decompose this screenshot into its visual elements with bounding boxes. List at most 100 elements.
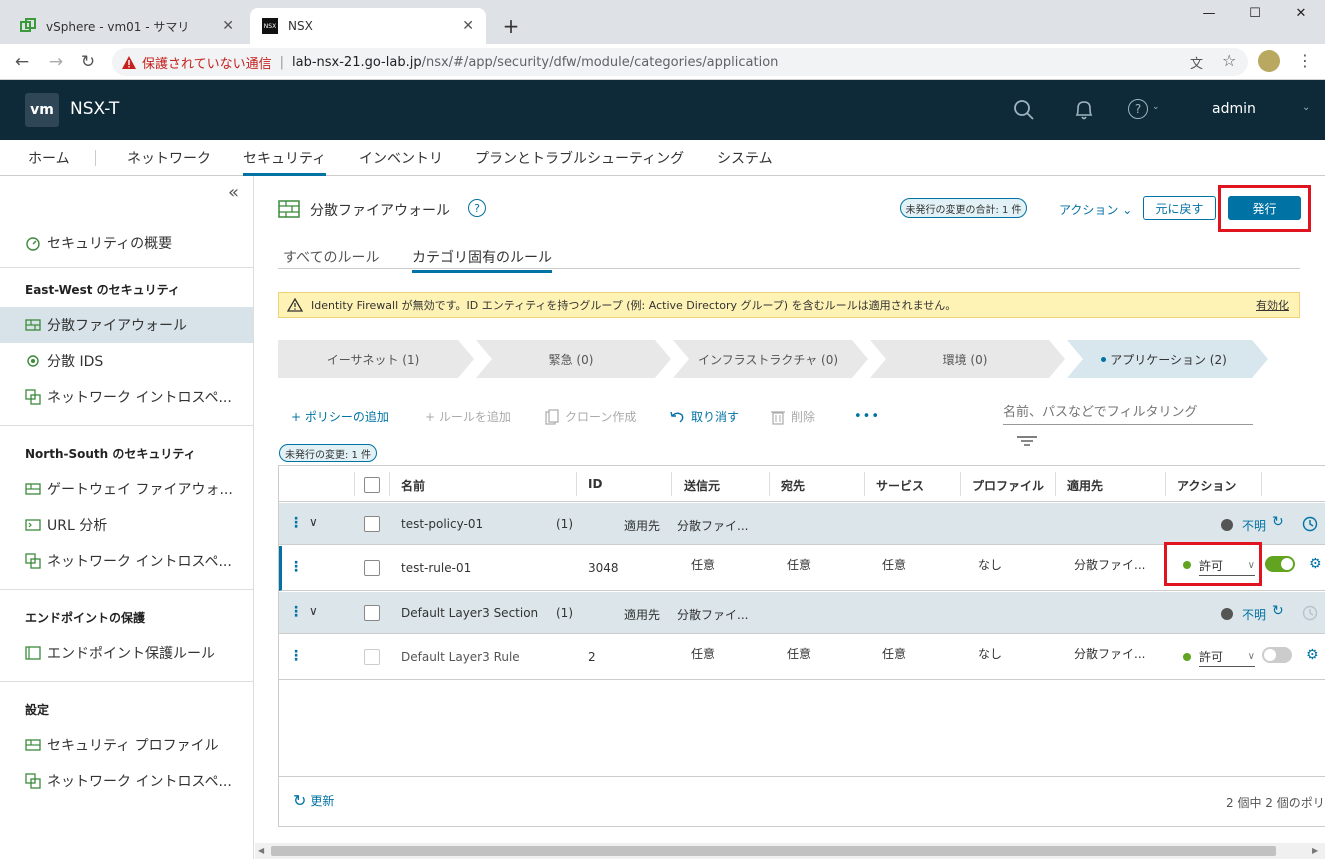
rule-service[interactable]: 任意 xyxy=(882,645,906,662)
row-menu-icon[interactable]: ⋮ xyxy=(289,559,303,575)
browser-tab-vsphere[interactable]: vSphere - vm01 - サマリ ✕ xyxy=(8,8,246,44)
nav-inventory[interactable]: インベントリ xyxy=(359,148,443,168)
sidebar-item-network-introspection-ns[interactable]: ネットワーク イントロスペ... xyxy=(0,543,253,579)
forward-icon[interactable]: → xyxy=(46,52,66,72)
close-window-icon[interactable]: ✕ xyxy=(1291,6,1311,21)
col-action[interactable]: アクション xyxy=(1177,477,1236,494)
rule-row[interactable]: ⋮ Default Layer3 Rule 2 任意 任意 任意 なし 分散ファ… xyxy=(279,635,1325,680)
clone-button[interactable]: クローン作成 xyxy=(545,408,636,425)
category-environment[interactable]: 環境 (0) xyxy=(870,340,1060,378)
url-field[interactable]: 保護されていない通信 | lab-nsx-21.go-lab.jp/nsx/#/… xyxy=(112,48,1248,76)
sidebar-item-network-introspection-settings[interactable]: ネットワーク イントロスペ... xyxy=(0,763,253,799)
rule-destination[interactable]: 任意 xyxy=(787,556,811,573)
clock-icon[interactable] xyxy=(1302,605,1318,621)
add-rule-button[interactable]: + ルールを追加 xyxy=(425,408,511,425)
bell-icon[interactable] xyxy=(1073,98,1095,122)
action-select[interactable]: 許可 ∨ xyxy=(1199,556,1255,576)
nav-networking[interactable]: ネットワーク xyxy=(127,148,211,168)
gear-icon[interactable]: ⚙ xyxy=(1309,556,1322,572)
refresh-status-icon[interactable]: ↻ xyxy=(1272,603,1284,619)
rule-source[interactable]: 任意 xyxy=(691,645,715,662)
back-icon[interactable]: ← xyxy=(12,52,32,72)
chevron-down-icon[interactable]: ∨ xyxy=(309,604,318,618)
nav-system[interactable]: システム xyxy=(717,148,773,168)
policy-status[interactable]: 不明 xyxy=(1242,606,1266,623)
category-ethernet[interactable]: イーサネット (1) xyxy=(278,340,468,378)
chevron-down-icon[interactable]: ∨ xyxy=(309,515,318,529)
rule-source[interactable]: 任意 xyxy=(691,556,715,573)
tab-all-rules[interactable]: すべてのルール xyxy=(283,247,379,267)
rule-enabled-toggle[interactable] xyxy=(1265,556,1295,572)
scrollbar-thumb[interactable] xyxy=(271,846,1276,856)
publish-button[interactable]: 発行 xyxy=(1228,196,1301,220)
row-checkbox[interactable] xyxy=(364,516,380,532)
nav-home[interactable]: ホーム xyxy=(28,148,70,168)
refresh-status-icon[interactable]: ↻ xyxy=(1272,514,1284,530)
row-checkbox[interactable] xyxy=(364,649,380,665)
sidebar-item-overview[interactable]: セキュリティの概要 xyxy=(0,225,253,261)
chevron-down-icon[interactable]: ⌄ xyxy=(1302,102,1310,113)
browser-menu-icon[interactable]: ⋮ xyxy=(1297,51,1313,70)
policy-row[interactable]: ⋮ ∨ Default Layer3 Section (1) 適用先 分散ファイ… xyxy=(279,592,1325,634)
sidebar-item-gateway-firewall[interactable]: ゲートウェイ ファイアウォ... xyxy=(0,471,253,507)
sidebar-item-dfw[interactable]: 分散ファイアウォール xyxy=(0,307,253,343)
help-icon[interactable]: ? xyxy=(1128,99,1148,119)
col-profile[interactable]: プロファイル xyxy=(972,477,1044,494)
maximize-icon[interactable]: ☐ xyxy=(1245,6,1265,21)
bookmark-star-icon[interactable]: ☆ xyxy=(1222,51,1236,70)
category-application[interactable]: アプリケーション (2) xyxy=(1069,340,1259,378)
col-source[interactable]: 送信元 xyxy=(684,477,720,494)
profile-avatar[interactable] xyxy=(1258,50,1280,72)
rule-applied-to[interactable]: 分散ファイ... xyxy=(1074,556,1145,573)
horizontal-scrollbar[interactable]: ◀ ▶ xyxy=(255,843,1325,859)
scroll-right-icon[interactable]: ▶ xyxy=(1312,846,1318,855)
browser-tab-nsx[interactable]: NSX NSX ✕ xyxy=(250,8,486,44)
delete-button[interactable]: 削除 xyxy=(771,408,815,425)
gear-icon[interactable]: ⚙ xyxy=(1306,647,1319,663)
revert-button[interactable]: 元に戻す xyxy=(1143,196,1216,220)
add-policy-button[interactable]: + ポリシーの追加 xyxy=(291,408,389,425)
row-checkbox[interactable] xyxy=(364,605,380,621)
sidebar-item-url-analysis[interactable]: URL 分析 xyxy=(0,507,253,543)
category-emergency[interactable]: 緊急 (0) xyxy=(476,340,666,378)
undo-button[interactable]: 取り消す xyxy=(669,408,739,425)
nav-plan-troubleshoot[interactable]: プランとトラブルシューティング xyxy=(475,148,684,168)
col-name[interactable]: 名前 xyxy=(401,477,425,494)
minimize-icon[interactable]: — xyxy=(1199,6,1219,21)
rule-service[interactable]: 任意 xyxy=(882,556,906,573)
close-tab-icon[interactable]: ✕ xyxy=(222,18,234,34)
col-applied-to[interactable]: 適用先 xyxy=(1067,477,1103,494)
row-menu-icon[interactable]: ⋮ xyxy=(289,604,303,620)
filter-input[interactable] xyxy=(1003,401,1253,425)
scroll-left-icon[interactable]: ◀ xyxy=(258,846,264,855)
chevron-down-icon[interactable]: ⌄ xyxy=(1152,102,1160,112)
row-menu-icon[interactable]: ⋮ xyxy=(289,515,303,531)
row-menu-icon[interactable]: ⋮ xyxy=(289,648,303,664)
sidebar-item-ids[interactable]: 分散 IDS xyxy=(0,343,253,379)
rule-profile[interactable]: なし xyxy=(978,645,1002,662)
action-select[interactable]: 許可 ∨ xyxy=(1199,647,1255,667)
reload-icon[interactable]: ↻ xyxy=(78,52,98,72)
rule-applied-to[interactable]: 分散ファイ... xyxy=(1074,645,1145,662)
filter-icon[interactable] xyxy=(1017,435,1037,447)
clock-icon[interactable] xyxy=(1302,516,1318,532)
help-icon[interactable]: ? xyxy=(468,199,486,217)
collapse-sidebar-icon[interactable]: « xyxy=(228,182,239,203)
refresh-button[interactable]: ↻ 更新 xyxy=(293,791,334,810)
col-id[interactable]: ID xyxy=(588,477,602,491)
rule-enabled-toggle[interactable] xyxy=(1262,647,1292,663)
enable-link[interactable]: 有効化 xyxy=(1256,297,1289,313)
sidebar-item-security-profiles[interactable]: セキュリティ プロファイル xyxy=(0,727,253,763)
col-service[interactable]: サービス xyxy=(876,477,924,494)
user-menu[interactable]: admin xyxy=(1212,101,1256,117)
policy-row[interactable]: ⋮ ∨ test-policy-01 (1) 適用先 分散ファイ... 不明 ↻ xyxy=(279,503,1325,545)
actions-menu[interactable]: アクション ⌄ xyxy=(1059,201,1132,218)
sidebar-item-endpoint-rules[interactable]: エンドポイント保護ルール xyxy=(0,635,253,671)
category-infrastructure[interactable]: インフラストラクチャ (0) xyxy=(673,340,863,378)
translate-icon[interactable]: 文 xyxy=(1190,53,1203,72)
rule-profile[interactable]: なし xyxy=(978,556,1002,573)
sidebar-item-network-introspection-ew[interactable]: ネットワーク イントロスペ... xyxy=(0,379,253,415)
rule-destination[interactable]: 任意 xyxy=(787,645,811,662)
nav-security[interactable]: セキュリティ xyxy=(243,148,327,176)
select-all-checkbox[interactable] xyxy=(364,477,380,493)
